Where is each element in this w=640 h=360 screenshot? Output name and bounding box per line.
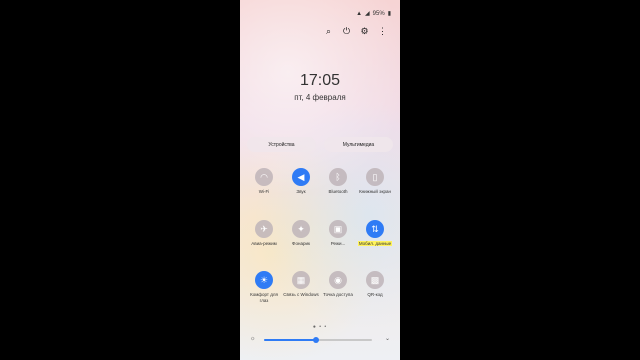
tile-wifi[interactable]: ◠ Wi-Fi <box>246 168 282 195</box>
tile-qr[interactable]: ▩ QR-код <box>357 271 393 298</box>
tile-power-saving[interactable]: ▣ Режи... <box>320 220 356 247</box>
eye-comfort-icon: ☀ <box>255 271 273 289</box>
battery-percent: 95% <box>372 10 385 17</box>
gear-icon[interactable]: ⚙ <box>360 26 369 37</box>
link-windows-icon: ▦ <box>292 271 310 289</box>
power-icon[interactable]: ⏻ <box>342 26 351 37</box>
status-bar: ▲ ◢ 95% ▮ <box>356 10 391 18</box>
qr-icon: ▩ <box>366 271 384 289</box>
power-saving-icon: ▣ <box>329 220 347 238</box>
signal-icon: ▲ <box>356 10 363 17</box>
devices-button[interactable]: Устройства <box>247 137 316 152</box>
media-button[interactable]: Мультимедиа <box>324 137 393 152</box>
page-indicator: ● • • <box>312 324 328 330</box>
battery-icon: ▮ <box>387 11 391 17</box>
bluetooth-icon: ᛒ <box>329 168 347 186</box>
airplane-icon: ✈ <box>255 220 273 238</box>
brightness-slider[interactable]: ☼ ⌄ <box>250 336 390 344</box>
clock: 17:05 <box>299 72 341 89</box>
tile-eye-comfort[interactable]: ☀ Комфорт для глаз <box>246 271 282 303</box>
wifi-status-icon: ◢ <box>365 11 370 17</box>
hotspot-icon: ◉ <box>329 271 347 289</box>
mobile-data-icon: ⇅ <box>366 220 384 238</box>
portrait-lock-icon: ▯ <box>366 168 384 186</box>
tile-flashlight[interactable]: ✦ Фонарик <box>283 220 319 247</box>
tile-bluetooth[interactable]: ᛒ Bluetooth <box>320 168 356 195</box>
media-device-tabs: Устройства Мультимедиа <box>247 137 393 152</box>
more-icon[interactable]: ⋮ <box>378 26 387 37</box>
tile-hotspot[interactable]: ◉ Точка доступа <box>320 271 356 298</box>
brightness-fill <box>264 339 316 341</box>
flashlight-icon: ✦ <box>292 220 310 238</box>
tile-link-windows[interactable]: ▦ Связь с Windows <box>283 271 319 298</box>
quick-panel: ▲ ◢ 95% ▮ ⌕ ⏻ ⚙ ⋮ 17:05 пт, 4 февраля Ус… <box>240 0 400 360</box>
tile-mobile-data[interactable]: ⇅ Мобил. данные <box>357 220 393 247</box>
speaker-icon: ◀ <box>292 168 310 186</box>
brightness-track[interactable] <box>264 337 372 343</box>
search-icon[interactable]: ⌕ <box>324 26 333 37</box>
tile-portrait[interactable]: ▯ Книжный экран <box>357 168 393 195</box>
top-actions: ⌕ ⏻ ⚙ ⋮ <box>324 26 387 37</box>
brightness-icon: ☼ <box>250 336 256 342</box>
chevron-down-icon[interactable]: ⌄ <box>385 335 390 342</box>
date: пт, 4 февраля <box>294 93 346 102</box>
tile-sound[interactable]: ◀ Звук <box>283 168 319 195</box>
mobile-data-label: Мобил. данные <box>357 241 393 246</box>
wifi-icon: ◠ <box>255 168 273 186</box>
tile-airplane[interactable]: ✈ Авиа-режим <box>246 220 282 247</box>
brightness-knob[interactable] <box>312 337 319 343</box>
